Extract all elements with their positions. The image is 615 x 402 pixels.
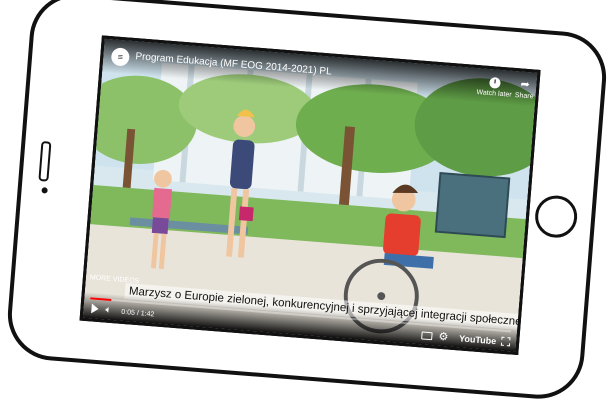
channel-avatar[interactable]: ≡ (110, 47, 131, 67)
share-icon: ➦ (519, 78, 531, 92)
gear-icon[interactable]: ⚙ (438, 331, 449, 344)
video-player[interactable]: ≡ Program Edukacja (MF EOG 2014-2021) PL… (79, 35, 541, 356)
fullscreen-icon[interactable] (500, 336, 511, 347)
phone-sketch: ≡ Program Edukacja (MF EOG 2014-2021) PL… (4, 0, 610, 402)
channel-logo-icon: ≡ (117, 51, 124, 62)
volume-icon[interactable]: 🔈︎ (105, 305, 112, 316)
share-button[interactable]: ➦ Share (514, 78, 535, 101)
watch-later-button[interactable]: Watch later (476, 76, 513, 99)
play-button[interactable] (91, 303, 99, 314)
watch-later-label: Watch later (476, 88, 512, 99)
time-display: 0:05 / 1:42 (121, 308, 155, 319)
share-label: Share (514, 92, 534, 101)
progress-fill (90, 297, 112, 301)
captions-icon[interactable] (421, 331, 433, 341)
clock-icon (488, 76, 501, 89)
youtube-logo[interactable]: YouTube (459, 333, 497, 346)
video-title[interactable]: Program Edukacja (MF EOG 2014-2021) PL (135, 51, 332, 77)
